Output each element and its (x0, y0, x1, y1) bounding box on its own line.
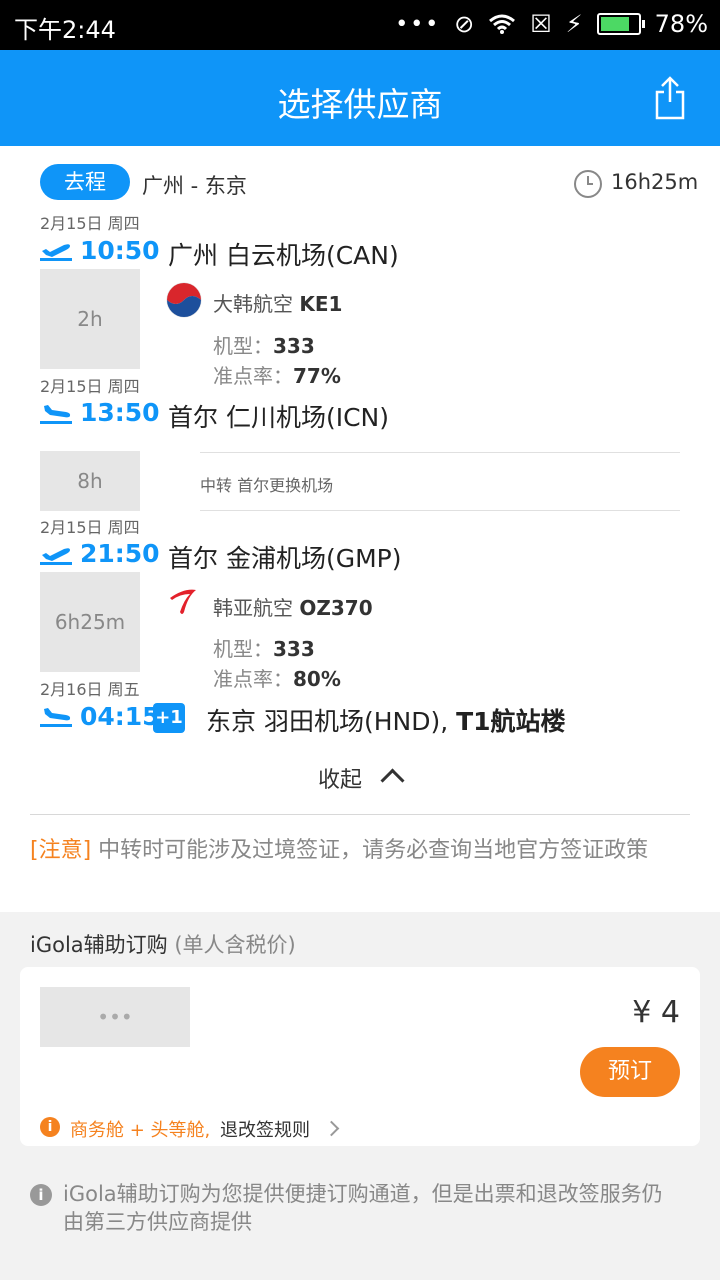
chevron-right-icon (323, 1120, 340, 1137)
layover-duration-box: 8h (40, 451, 140, 511)
wifi-icon (489, 14, 516, 34)
asiana-logo-icon (170, 589, 196, 614)
takeoff-icon (40, 244, 72, 261)
route-text: 广州 - 东京 (142, 174, 247, 198)
arrival-date: 2月15日 周四 (40, 377, 140, 396)
departure-time: 21:50 (80, 539, 160, 568)
direction-badge: 去程 (40, 164, 130, 200)
chevron-up-icon (380, 768, 405, 793)
cabin-class: 商务舱 + 头等舱, (70, 1120, 211, 1141)
supplier-section-title: iGola辅助订购 (单人含税价) (30, 933, 296, 957)
itinerary-card: 去程 广州 - 东京 16h25m 2月15日 周四 10:50 广州 白云机场… (0, 146, 720, 912)
departure-airport: 广州 白云机场(CAN) (168, 241, 399, 270)
airline-name: 大韩航空 KE1 (213, 292, 343, 316)
supplier-card[interactable]: ••• ¥ 4 预订 i 商务舱 + 头等舱, 退改签规则 (20, 967, 700, 1146)
flight-duration-box: 6h25m (40, 572, 140, 672)
takeoff-icon (40, 548, 72, 565)
korean-air-logo-icon (166, 282, 202, 318)
notice-text: 中转时可能涉及过境签证，请务必查询当地官方签证政策 (98, 838, 649, 863)
collapse-button[interactable]: 收起 (318, 762, 362, 794)
divider (200, 452, 680, 453)
arrival-date: 2月16日 周五 (40, 680, 140, 699)
change-rules-link[interactable]: 退改签规则 (220, 1116, 310, 1142)
page-title: 选择供应商 (277, 85, 443, 124)
price: ¥ 4 (632, 995, 680, 1030)
status-bar: 下午2:44 ••• ⊘ ☒ ⚡ 78% (0, 0, 720, 50)
book-button[interactable]: 预订 (580, 1047, 680, 1097)
arrival-time: 04:15 (80, 702, 160, 731)
departure-date: 2月15日 周四 (40, 518, 140, 537)
status-icons: ••• ⊘ ☒ ⚡ 78% (395, 10, 708, 38)
status-time: 下午2:44 (14, 16, 116, 44)
share-icon[interactable] (654, 76, 686, 120)
app-header: 选择供应商 (0, 50, 720, 146)
ontime-rate: 准点率：80% (213, 667, 341, 691)
transfer-text: 中转 首尔更换机场 (200, 476, 334, 495)
battery-percent: 78% (654, 10, 708, 38)
divider (30, 814, 690, 815)
collapse-label: 收起 (318, 768, 363, 793)
vibrate-off-icon: ⊘ (454, 10, 475, 38)
flight-duration-box: 2h (40, 269, 140, 369)
info-icon: i (30, 1184, 52, 1206)
arrival-airport: 首尔 仁川机场(ICN) (168, 403, 389, 432)
divider (200, 510, 680, 511)
landing-icon (40, 405, 72, 424)
footer-note: iGola辅助订购为您提供便捷订购通道，但是出票和退改签服务仍由第三方供应商提供 (63, 1182, 663, 1234)
arrival-airport: 东京 羽田机场(HND), T1航站楼 (206, 707, 566, 736)
total-duration: 16h25m (611, 170, 699, 194)
sim-off-icon: ☒ (530, 10, 552, 38)
supplier-logo: ••• (40, 987, 190, 1047)
arrival-time: 13:50 (80, 398, 160, 427)
ontime-rate: 准点率：77% (213, 364, 341, 388)
aircraft-model: 机型：333 (213, 334, 315, 358)
departure-date: 2月15日 周四 (40, 214, 140, 233)
aircraft-model: 机型：333 (213, 637, 315, 661)
landing-icon (40, 708, 72, 727)
airline-name: 韩亚航空 OZ370 (213, 596, 373, 620)
battery-icon (596, 13, 645, 35)
next-day-badge: +1 (153, 703, 185, 733)
clock-icon (574, 170, 602, 198)
more-dots-icon: ••• (395, 11, 441, 37)
info-icon: i (40, 1117, 60, 1137)
departure-airport: 首尔 金浦机场(GMP) (168, 544, 402, 573)
notice-tag: [注意] (30, 838, 92, 863)
departure-time: 10:50 (80, 236, 160, 265)
visa-notice: [注意] 中转时可能涉及过境签证，请务必查询当地官方签证政策 (30, 836, 690, 865)
charging-icon: ⚡ (565, 10, 583, 38)
